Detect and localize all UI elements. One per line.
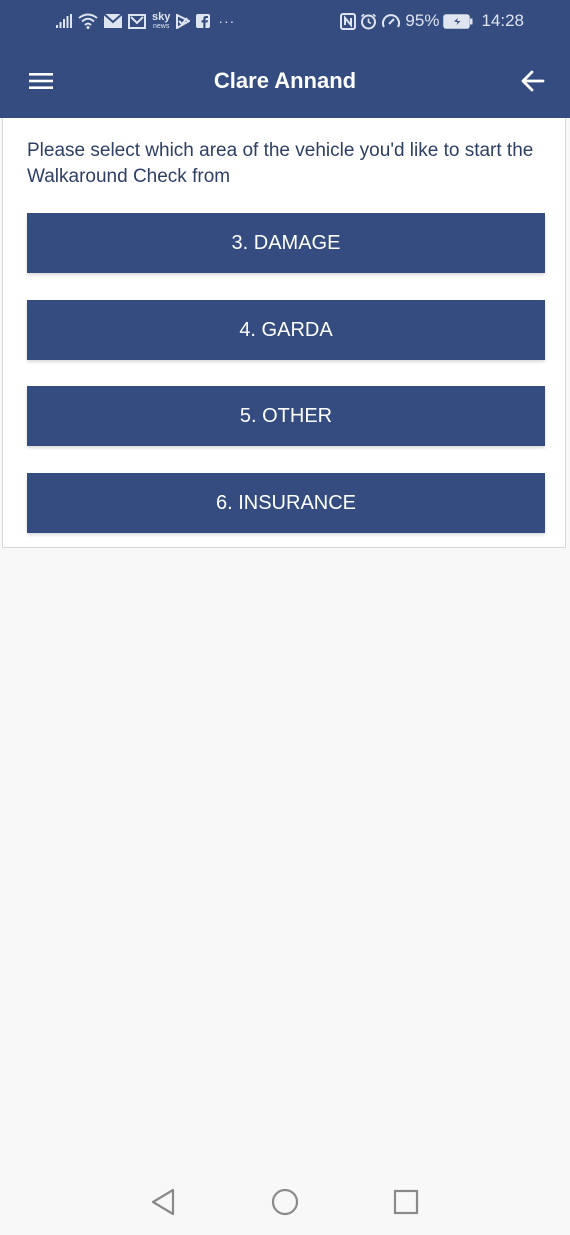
mail-icon (104, 14, 122, 28)
square-recents-icon (393, 1189, 419, 1215)
nfc-icon (340, 12, 357, 30)
arrow-left-icon (521, 70, 545, 92)
system-nav-bar (0, 1170, 570, 1235)
page-title: Clare Annand (213, 68, 357, 93)
selection-prompt: Please select which area of the vehicle … (27, 140, 534, 187)
battery-icon (443, 13, 473, 29)
circle-home-icon (271, 1188, 299, 1216)
battery-percent: 95% (405, 11, 440, 30)
signal-icon (56, 14, 72, 28)
nav-recents-button[interactable] (386, 1182, 426, 1222)
clock: 14:28 (481, 11, 524, 30)
option-garda-button[interactable]: 4. GARDA (27, 300, 545, 360)
option-other-button[interactable]: 5. OTHER (27, 386, 545, 446)
app-bar: Clare Annand (0, 56, 570, 106)
wifi-icon (78, 13, 98, 29)
status-bar: sky news ··· 95% 14:28 (0, 0, 570, 42)
back-button[interactable] (514, 62, 552, 100)
more-notifications-icon: ··· (218, 13, 236, 29)
walkaround-area-card: Please select which area of the vehicle … (2, 118, 566, 548)
triangle-back-icon (151, 1188, 175, 1216)
data-saver-icon (381, 13, 401, 30)
status-icons-left: sky news ··· (56, 10, 235, 32)
nav-back-button[interactable] (143, 1182, 183, 1222)
nav-home-button[interactable] (265, 1182, 305, 1222)
facebook-icon (196, 14, 211, 28)
gmail-icon (128, 13, 146, 29)
option-insurance-button[interactable]: 6. INSURANCE (27, 473, 545, 533)
option-damage-button[interactable]: 3. DAMAGE (27, 213, 545, 273)
check-flag-icon (176, 13, 191, 29)
alarm-icon (360, 13, 377, 30)
app-header: sky news ··· 95% 14:28 Clare Annand (0, 0, 570, 118)
status-icons-right: 95% 14:28 (340, 10, 524, 32)
sky-news-icon: sky news (152, 11, 171, 31)
